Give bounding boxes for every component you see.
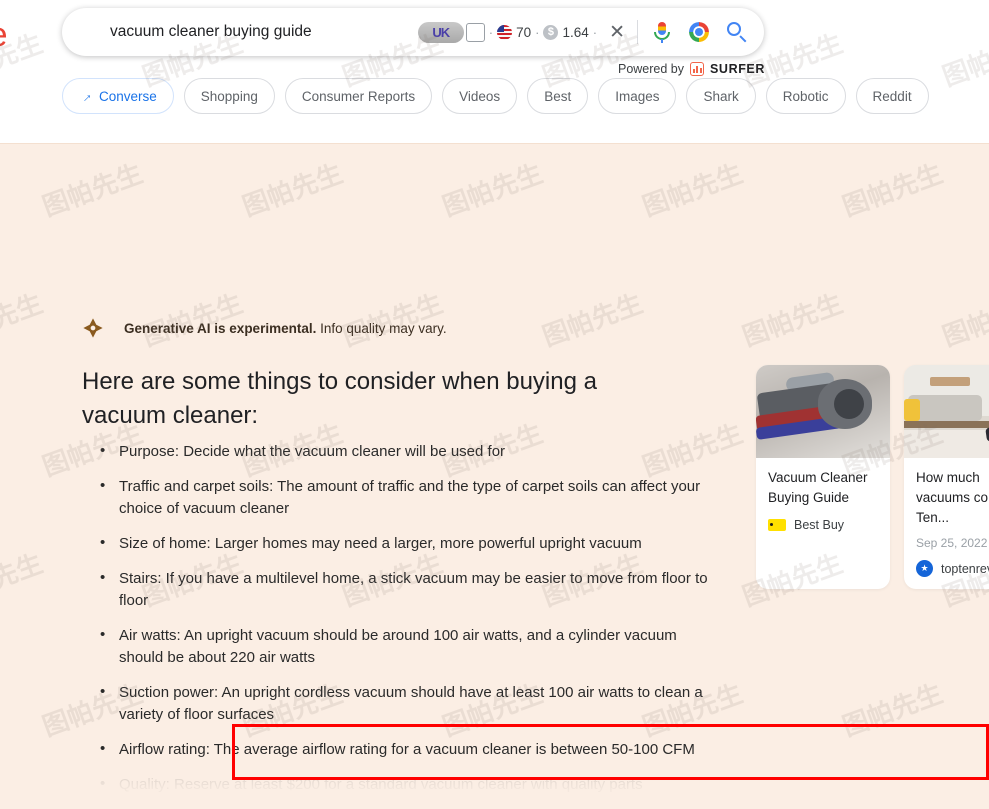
filter-pill-label: Shopping (200, 88, 258, 104)
toptenreviews-favicon (916, 560, 933, 577)
filter-pill-images[interactable]: Images (598, 78, 677, 114)
card-source-label: Best Buy (794, 518, 845, 532)
surfer-brand-label: SURFER (710, 62, 765, 76)
filter-pill-label: Videos (459, 88, 501, 104)
card-title: How much vacuums co - Top Ten... (916, 470, 989, 525)
sparkle-icon (83, 318, 103, 338)
card-thumbnail-image (904, 365, 989, 458)
ai-bullet-item: Airflow rating: The average airflow rati… (96, 738, 724, 761)
uk-label: UK (432, 24, 450, 40)
source-card[interactable]: How much vacuums co - Top Ten... Sep 25,… (904, 365, 989, 589)
generative-ai-panel: Generative AI is experimental. Info qual… (0, 143, 989, 809)
ai-bullet-item: Stairs: If you have a multilevel home, a… (96, 567, 724, 612)
card-source-label: toptenrev (941, 561, 989, 576)
card-date: Sep 25, 2022 (916, 536, 988, 550)
filter-pill-row: → Converse Shopping Consumer Reports Videos B… (62, 78, 929, 114)
close-icon[interactable]: ✕ (609, 21, 625, 44)
arrow-icon: → (75, 86, 96, 106)
filter-pill-shark[interactable]: Shark (686, 78, 756, 114)
uk-region-toggle[interactable]: UK (417, 21, 464, 43)
toolbar-divider (637, 20, 638, 44)
flag-metric-value: 70 (516, 24, 532, 40)
powered-by-badge: Powered by SURFER (618, 62, 765, 76)
ai-bullet-item: Size of home: Larger homes may need a la… (96, 532, 724, 555)
source-card-list: Vacuum Cleaner Buying Guide Best Buy How… (756, 365, 989, 589)
browser-top-area: le UK · 70 · $ 1.64 · ✕ (0, 0, 989, 143)
google-logo: le (0, 16, 7, 54)
filter-pill-label: Consumer Reports (301, 88, 416, 104)
us-flag-icon (497, 24, 513, 40)
search-icon[interactable] (726, 21, 748, 43)
microphone-icon[interactable] (650, 20, 674, 44)
filter-pill-consumer-reports[interactable]: Consumer Reports (284, 78, 433, 114)
filter-pill-label: Images (615, 88, 660, 104)
source-card[interactable]: Vacuum Cleaner Buying Guide Best Buy (756, 365, 890, 589)
search-bar[interactable]: UK · 70 · $ 1.64 · ✕ (62, 8, 764, 56)
search-input[interactable] (110, 17, 410, 47)
separator-dot-1: · (488, 24, 494, 40)
ai-headline: Here are some things to consider when bu… (82, 368, 597, 429)
card-thumbnail-image (756, 365, 890, 458)
ai-bullet-list: Purpose: Decide what the vacuum cleaner … (96, 440, 724, 809)
page-root: le UK · 70 · $ 1.64 · ✕ (0, 0, 989, 809)
card-source: toptenrev (916, 560, 989, 577)
card-body: Vacuum Cleaner Buying Guide Best Buy (756, 458, 890, 544)
ai-disclaimer-bold: Generative AI is experimental. (124, 320, 317, 336)
ai-bullet-item: Air watts: An upright vacuum should be a… (96, 624, 724, 669)
separator-dot-3: · (592, 24, 598, 40)
card-source: Best Buy (768, 518, 878, 532)
google-lens-icon[interactable] (688, 21, 710, 43)
filter-pill-label: Best (544, 88, 572, 104)
card-title: Vacuum Cleaner Buying Guide (768, 470, 868, 505)
ai-bullet-item: Quality: Reserve at least $200 for a sta… (96, 773, 724, 796)
filter-pill-label: Converse (99, 88, 157, 104)
filter-pill-label: Reddit (872, 88, 912, 104)
search-bar-tools: UK · 70 · $ 1.64 · ✕ (417, 8, 764, 56)
ai-disclaimer-rest: Info quality may vary. (316, 320, 447, 336)
filter-pill-shopping[interactable]: Shopping (183, 78, 275, 114)
filter-pill-label: Robotic (782, 88, 829, 104)
ai-disclaimer: Generative AI is experimental. Info qual… (82, 317, 447, 339)
surfer-chart-icon (690, 62, 704, 76)
ai-bullet-item: Purpose: Decide what the vacuum cleaner … (96, 440, 724, 463)
filter-pill-robotic[interactable]: Robotic (765, 78, 846, 114)
dollar-icon: $ (543, 24, 559, 40)
extension-checkbox[interactable] (465, 22, 485, 42)
logo-letter-e: e (0, 16, 7, 54)
filter-pill-best[interactable]: Best (527, 78, 589, 114)
separator-dot-2: · (535, 24, 540, 40)
ai-bullet-item: Suction power: An upright cordless vacuu… (96, 681, 724, 726)
filter-pill-converse[interactable]: → Converse (62, 78, 174, 114)
ai-bullet-item: Traffic and carpet soils: The amount of … (96, 475, 724, 520)
ai-disclaimer-text: Generative AI is experimental. Info qual… (124, 321, 447, 336)
bestbuy-favicon (768, 519, 786, 531)
price-metric-value: 1.64 (562, 24, 589, 40)
filter-pill-videos[interactable]: Videos (442, 78, 518, 114)
powered-by-label: Powered by (617, 62, 684, 76)
card-body: How much vacuums co - Top Ten... Sep 25,… (904, 458, 989, 589)
filter-pill-label: Shark (703, 88, 739, 104)
filter-pill-reddit[interactable]: Reddit (855, 78, 929, 114)
